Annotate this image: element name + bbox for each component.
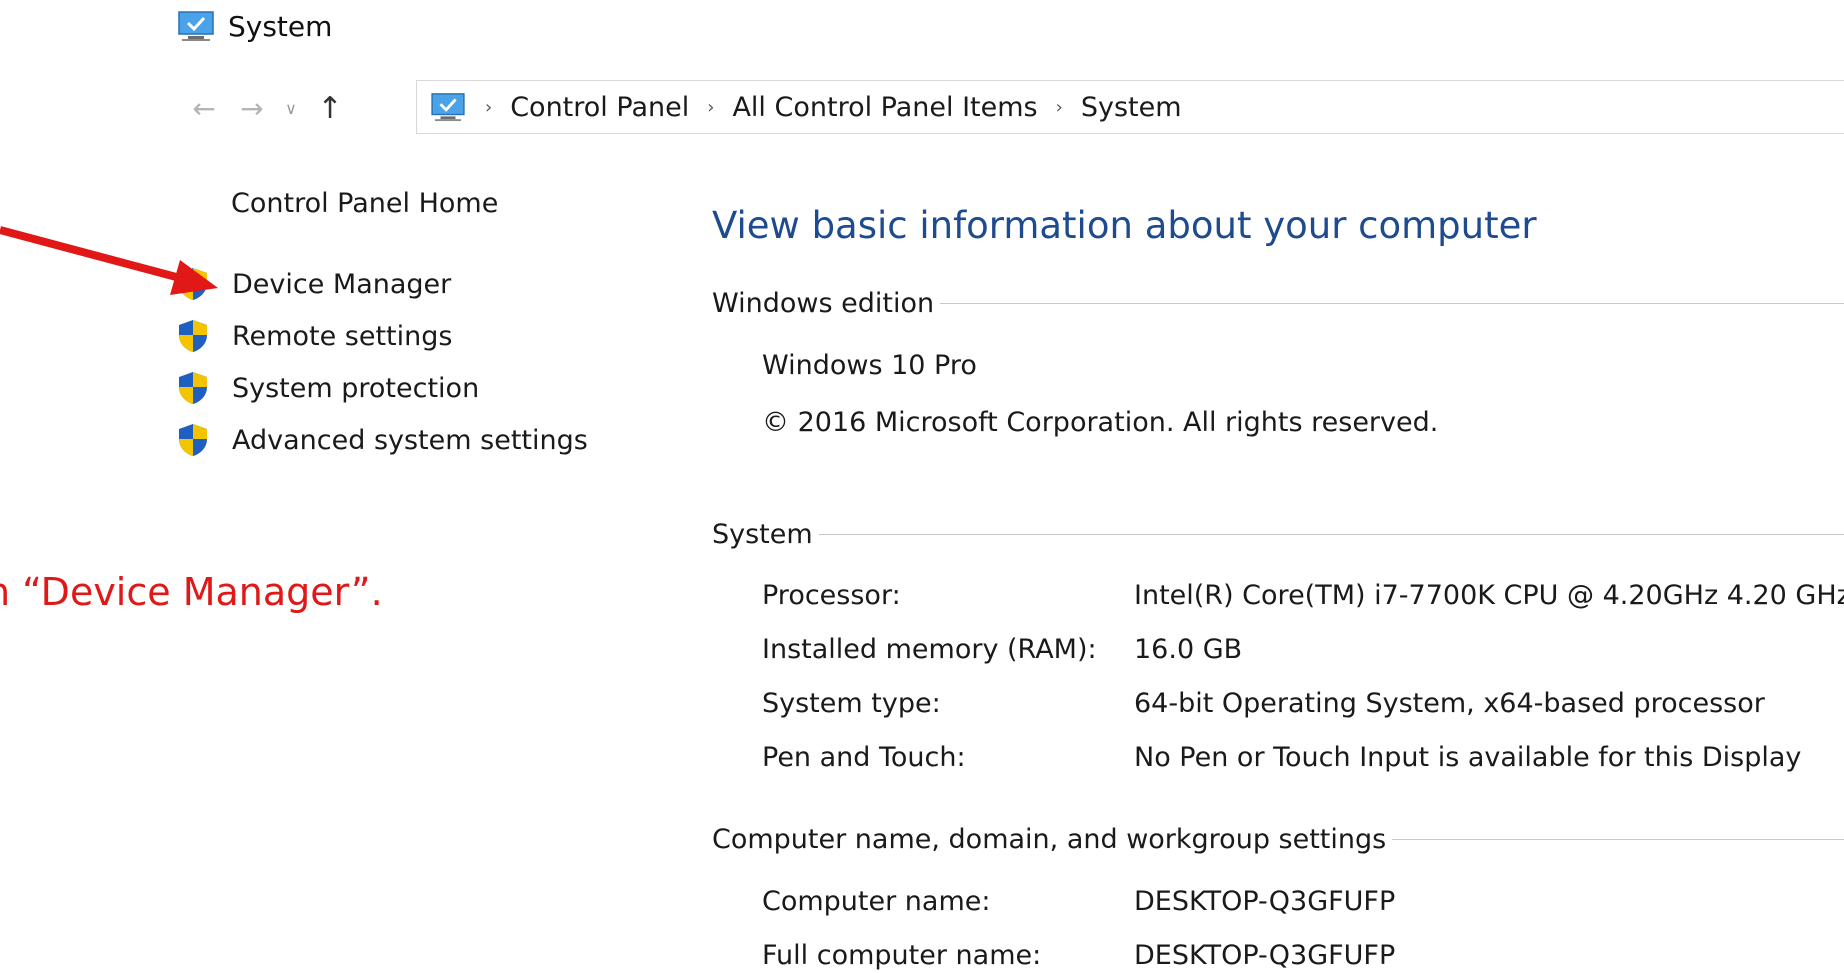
shield-icon: [179, 424, 207, 456]
computer-icon: [431, 93, 465, 122]
breadcrumb-system[interactable]: System: [1081, 92, 1182, 123]
chevron-down-icon[interactable]: ∨: [276, 99, 306, 118]
nav-bar: ← → ∨ ↑: [180, 82, 354, 134]
breadcrumb-separator-icon[interactable]: ›: [1056, 97, 1063, 118]
shield-icon: [179, 372, 207, 404]
windows-edition-value: Windows 10 Pro: [762, 350, 977, 381]
system-type-row: System type: 64-bit Operating System, x6…: [762, 688, 1765, 719]
sidebar-link-label: Advanced system settings: [232, 424, 588, 456]
control-panel-home-link[interactable]: Control Panel Home: [231, 188, 498, 219]
section-windows-edition: Windows edition: [712, 288, 1844, 319]
title-bar: System: [176, 8, 332, 44]
row-value: No Pen or Touch Input is available for t…: [1134, 742, 1802, 773]
forward-arrow-icon[interactable]: →: [228, 92, 276, 125]
section-computer-name: Computer name, domain, and workgroup set…: [712, 824, 1844, 855]
section-title: System: [712, 519, 813, 550]
computer-name-row: Computer name: DESKTOP-Q3GFUFP: [762, 886, 1395, 917]
full-computer-name-row: Full computer name: DESKTOP-Q3GFUFP: [762, 940, 1395, 971]
system-window: System ← → ∨ ↑ › Control Panel › All Con…: [0, 0, 1844, 973]
row-key: Full computer name:: [762, 940, 1042, 971]
sidebar-link-label: System protection: [232, 372, 480, 404]
breadcrumb-separator-icon[interactable]: ›: [707, 97, 714, 118]
annotation-arrow-icon: [0, 226, 218, 295]
up-arrow-icon[interactable]: ↑: [306, 91, 354, 126]
section-divider: [1392, 839, 1844, 840]
computer-icon: [178, 11, 214, 41]
section-divider: [818, 534, 1844, 535]
row-key: Installed memory (RAM):: [762, 634, 1097, 665]
system-protection-link[interactable]: System protection: [176, 370, 479, 406]
sidebar-link-label: Remote settings: [232, 320, 453, 352]
remote-settings-link[interactable]: Remote settings: [176, 318, 452, 354]
sidebar-link-label: Device Manager: [232, 268, 452, 300]
window-title: System: [228, 9, 333, 43]
section-divider: [940, 303, 1844, 304]
row-key: Processor:: [762, 580, 901, 611]
row-key: Computer name:: [762, 886, 991, 917]
breadcrumb-separator-icon[interactable]: ›: [485, 97, 492, 118]
memory-row: Installed memory (RAM): 16.0 GB: [762, 634, 1242, 665]
row-value: DESKTOP-Q3GFUFP: [1134, 940, 1396, 971]
section-title: Windows edition: [712, 288, 935, 319]
copyright-text: © 2016 Microsoft Corporation. All rights…: [762, 407, 1439, 438]
pen-touch-row: Pen and Touch: No Pen or Touch Input is …: [762, 742, 1801, 773]
advanced-system-settings-link[interactable]: Advanced system settings: [176, 422, 588, 458]
row-key: Pen and Touch:: [762, 742, 966, 773]
annotation-note: n “Device Manager”.: [0, 570, 383, 614]
shield-icon: [179, 320, 207, 352]
row-key: System type:: [762, 688, 941, 719]
breadcrumb-control-panel[interactable]: Control Panel: [510, 92, 689, 123]
section-system: System: [712, 519, 1844, 550]
address-bar[interactable]: › Control Panel › All Control Panel Item…: [416, 80, 1844, 134]
row-value: Intel(R) Core(TM) i7-7700K CPU @ 4.20GHz…: [1134, 580, 1844, 611]
row-value: DESKTOP-Q3GFUFP: [1134, 886, 1396, 917]
row-value: 16.0 GB: [1134, 634, 1243, 665]
processor-row: Processor: Intel(R) Core(TM) i7-7700K CP…: [762, 580, 1844, 611]
back-arrow-icon[interactable]: ←: [180, 92, 228, 125]
section-title: Computer name, domain, and workgroup set…: [712, 824, 1387, 855]
row-value: 64-bit Operating System, x64-based proce…: [1134, 688, 1765, 719]
page-title: View basic information about your comput…: [712, 204, 1537, 247]
breadcrumb-all-items[interactable]: All Control Panel Items: [732, 92, 1037, 123]
